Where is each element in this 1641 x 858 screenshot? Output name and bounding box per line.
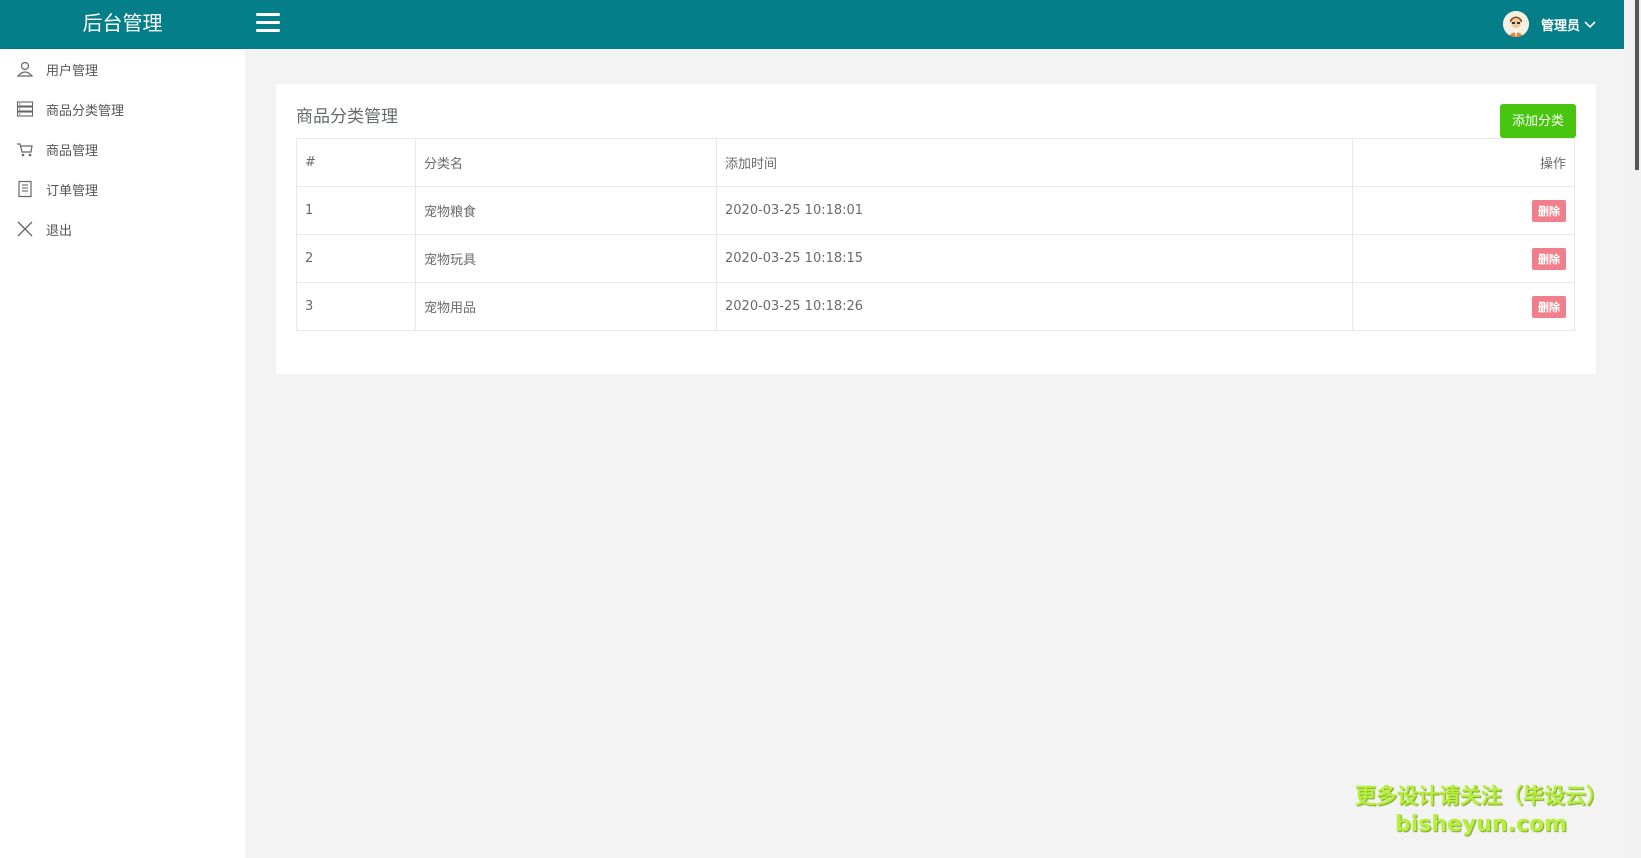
page-scrollbar[interactable] <box>1624 0 1641 858</box>
cell-index: 1 <box>296 186 416 235</box>
table-header-row: # 分类名 添加时间 操作 <box>296 138 1575 187</box>
sidebar-item-categories[interactable]: 商品分类管理 <box>0 89 245 129</box>
watermark-line1: 更多设计请关注（毕设云） <box>1355 784 1607 808</box>
column-header-time: 添加时间 <box>716 138 1353 187</box>
column-header-name: 分类名 <box>415 138 717 187</box>
cell-action: 删除 <box>1352 282 1575 331</box>
add-category-button[interactable]: 添加分类 <box>1499 104 1576 138</box>
main-content: 商品分类管理 添加分类 # 分类名 添加时间 操作 1 宠物粮食 2020-03… <box>245 49 1624 858</box>
delete-button[interactable]: 删除 <box>1532 199 1566 222</box>
table-row: 2 宠物玩具 2020-03-25 10:18:15 删除 <box>296 234 1575 283</box>
menu-toggle-icon[interactable] <box>256 13 280 35</box>
sidebar-item-label: 订单管理 <box>46 183 99 199</box>
user-menu[interactable]: 管理员 <box>1502 8 1596 40</box>
user-name: 管理员 <box>1540 18 1580 34</box>
category-panel: 商品分类管理 添加分类 # 分类名 添加时间 操作 1 宠物粮食 2020-03… <box>276 84 1596 374</box>
avatar <box>1502 11 1529 37</box>
sidebar-item-logout[interactable]: 退出 <box>0 209 245 249</box>
column-header-action: 操作 <box>1352 138 1575 187</box>
cell-time: 2020-03-25 10:18:01 <box>716 186 1353 235</box>
cell-name: 宠物粮食 <box>415 186 717 235</box>
table-row: 1 宠物粮食 2020-03-25 10:18:01 删除 <box>296 186 1575 235</box>
sidebar-item-orders[interactable]: 订单管理 <box>0 169 245 209</box>
column-header-index: # <box>296 138 416 187</box>
sidebar-item-label: 商品管理 <box>46 143 99 159</box>
scrollbar-thumb[interactable] <box>1635 0 1639 170</box>
watermark: 更多设计请关注（毕设云） bisheyun.com <box>1355 780 1607 837</box>
close-icon <box>16 220 34 238</box>
cell-time: 2020-03-25 10:18:15 <box>716 234 1353 283</box>
sidebar-item-label: 退出 <box>46 223 73 239</box>
admin-app: 后台管理 管理员 用户管理 商品分类管理 商品管理 订单管理 退出 商品分类管理… <box>0 0 1641 858</box>
page-title: 商品分类管理 <box>296 107 398 127</box>
sidebar: 用户管理 商品分类管理 商品管理 订单管理 退出 <box>0 49 245 858</box>
cell-index: 2 <box>296 234 416 283</box>
cell-time: 2020-03-25 10:18:26 <box>716 282 1353 331</box>
delete-button[interactable]: 删除 <box>1532 247 1566 270</box>
chevron-down-icon <box>1584 21 1596 29</box>
cell-name: 宠物玩具 <box>415 234 717 283</box>
cell-name: 宠物用品 <box>415 282 717 331</box>
cell-action: 删除 <box>1352 186 1575 235</box>
watermark-line2: bisheyun.com <box>1394 812 1568 837</box>
list-icon <box>16 100 34 118</box>
document-icon <box>16 180 34 198</box>
table-row: 3 宠物用品 2020-03-25 10:18:26 删除 <box>296 282 1575 331</box>
cell-action: 删除 <box>1352 234 1575 283</box>
sidebar-item-users[interactable]: 用户管理 <box>0 49 245 89</box>
cart-icon <box>16 140 34 158</box>
user-icon <box>16 60 34 78</box>
delete-button[interactable]: 删除 <box>1532 295 1566 318</box>
sidebar-item-label: 用户管理 <box>46 63 99 79</box>
sidebar-item-label: 商品分类管理 <box>46 103 125 119</box>
top-bar: 后台管理 管理员 <box>0 0 1624 49</box>
brand-title: 后台管理 <box>82 11 163 35</box>
sidebar-item-products[interactable]: 商品管理 <box>0 129 245 169</box>
category-table: # 分类名 添加时间 操作 1 宠物粮食 2020-03-25 10:18:01… <box>296 138 1575 331</box>
cell-index: 3 <box>296 282 416 331</box>
